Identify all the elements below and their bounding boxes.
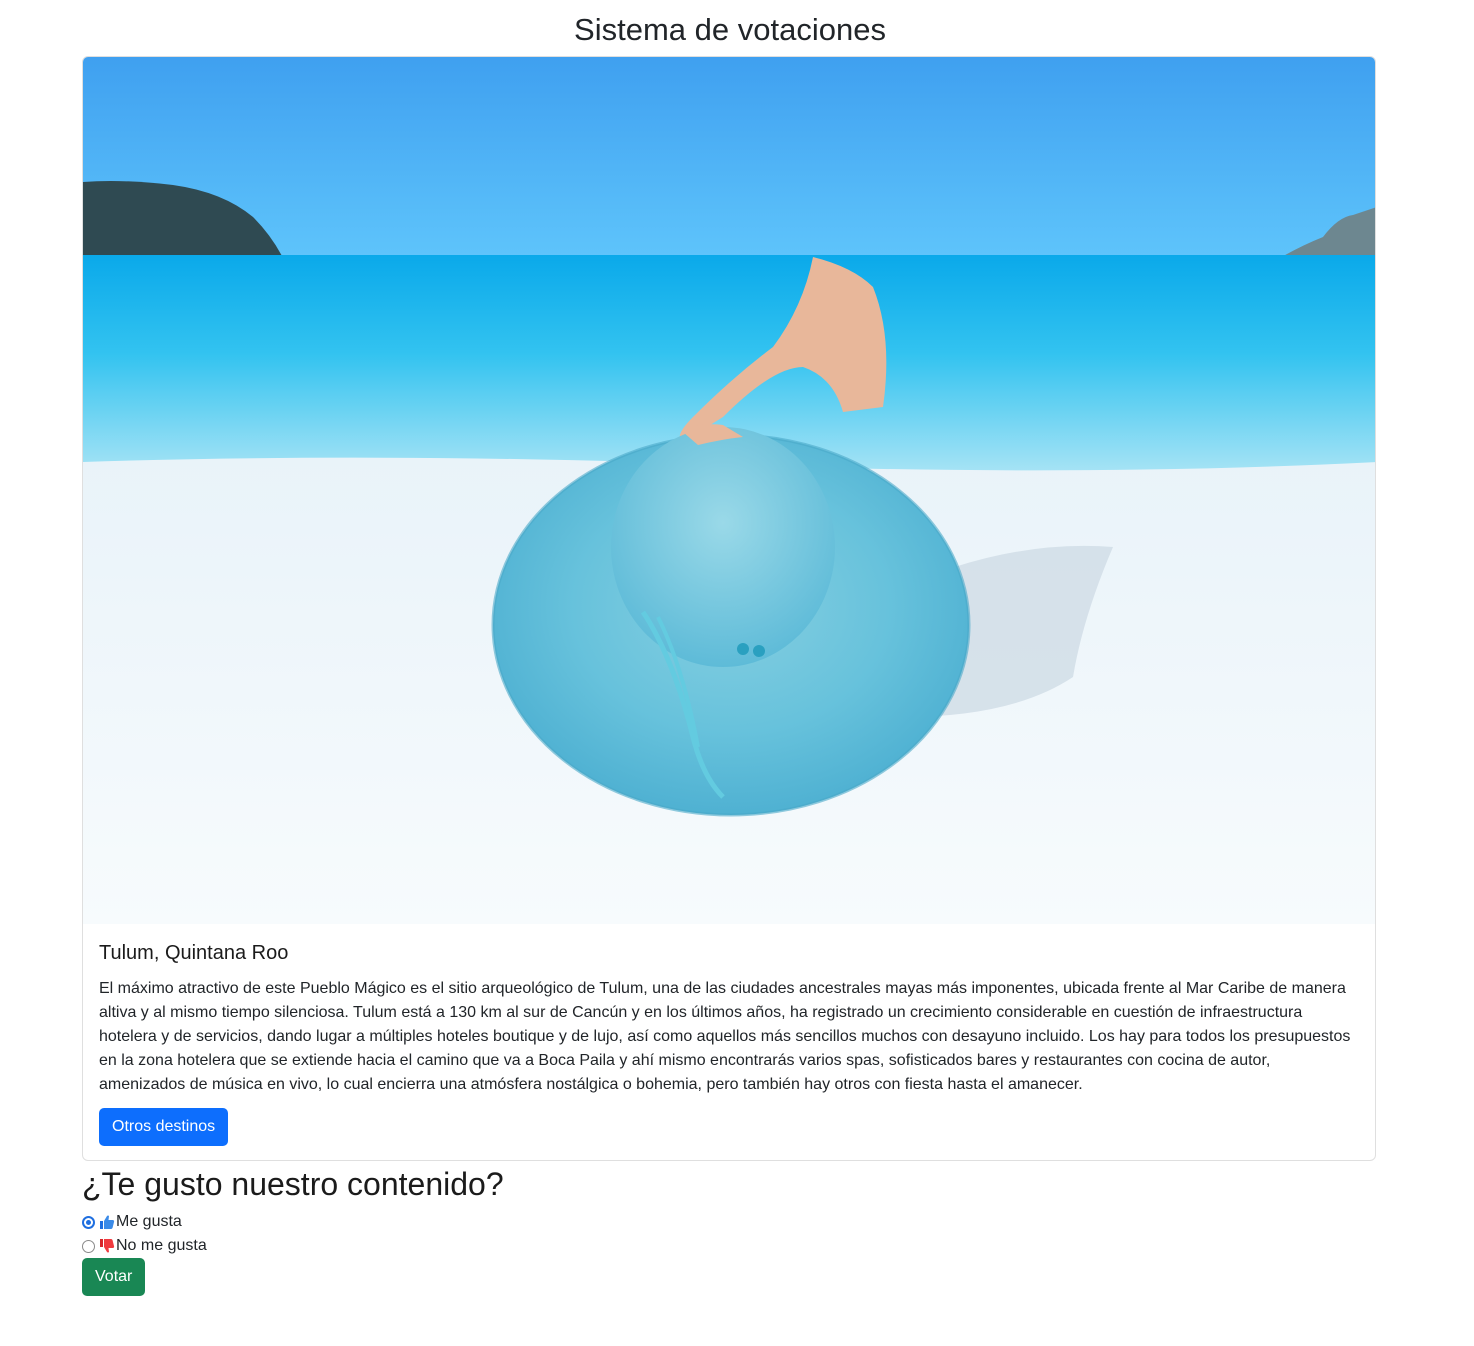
vote-question: ¿Te gusto nuestro contenido? xyxy=(82,1166,504,1202)
card-description: El máximo atractivo de este Pueblo Mágic… xyxy=(99,980,1351,1093)
other-destinations-button[interactable]: Otros destinos xyxy=(99,1108,229,1146)
dislike-radio[interactable] xyxy=(82,1239,95,1253)
card-title: Tulum, Quintana Roo xyxy=(99,942,289,964)
card-image xyxy=(83,57,1375,924)
like-label: Me gusta xyxy=(116,1213,182,1230)
card-body: Tulum, Quintana Roo El máximo atractivo … xyxy=(99,941,1359,1097)
thumbs-down-icon xyxy=(100,1239,115,1253)
vote-submit-button[interactable]: Votar xyxy=(82,1258,146,1296)
dislike-label: No me gusta xyxy=(116,1237,207,1254)
vote-option-dislike[interactable]: No me gusta xyxy=(82,1235,207,1257)
like-radio[interactable] xyxy=(82,1215,95,1229)
destination-card: Tulum, Quintana Roo El máximo atractivo … xyxy=(82,56,1376,1161)
thumbs-up-icon xyxy=(100,1215,115,1229)
vote-option-like[interactable]: Me gusta xyxy=(82,1211,182,1233)
page-title: Sistema de votaciones xyxy=(574,12,886,47)
